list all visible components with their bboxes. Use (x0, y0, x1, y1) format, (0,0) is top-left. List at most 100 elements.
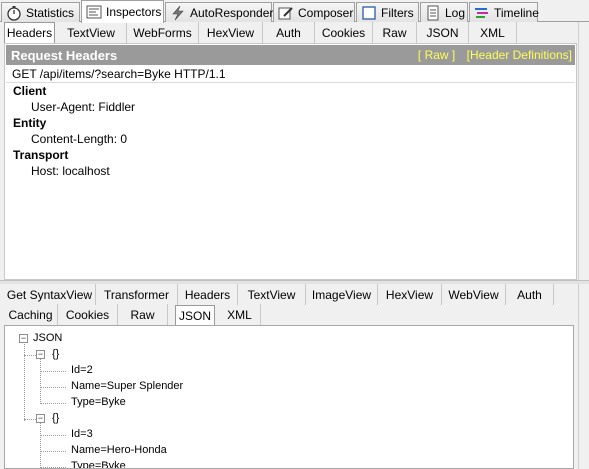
tab-label: TextView (247, 287, 296, 302)
tab-timeline[interactable]: Timeline (469, 2, 539, 22)
tree-connector (40, 371, 66, 372)
tab-label: Cookies (321, 25, 366, 40)
tab-label: Statistics (26, 5, 75, 20)
lightning-icon (170, 5, 186, 21)
tab-label: Headers (6, 26, 53, 40)
req-tab-raw[interactable]: Raw (373, 22, 417, 43)
tab-label: Log (445, 5, 466, 20)
req-tab-headers[interactable]: Headers (4, 22, 55, 43)
tab-label: Inspectors (106, 5, 162, 19)
resp-tab-caching[interactable]: Caching (4, 304, 58, 325)
resp-tab-textview[interactable]: TextView (238, 284, 306, 305)
log-icon (425, 5, 441, 21)
tab-label: Get SyntaxView (6, 287, 93, 302)
json-field[interactable]: Name=Super Splender (71, 380, 183, 392)
req-tab-xml[interactable]: XML (469, 22, 517, 43)
response-tab-strip-row2: Caching Cookies Raw JSON XML (4, 304, 577, 325)
response-tab-strip-row1: Get SyntaxView Transformer Headers TextV… (4, 284, 577, 305)
tab-label: JSON (426, 25, 459, 40)
tab-label: Transformer (104, 287, 169, 302)
json-field[interactable]: Type=Byke (71, 460, 126, 468)
tab-label: Composer (298, 5, 354, 20)
tab-label: HexView (206, 25, 255, 40)
resp-tab-webview[interactable]: WebView (442, 284, 506, 305)
panel-title: Request Headers (11, 47, 118, 63)
resp-tab-get-syntaxview[interactable]: Get SyntaxView (4, 284, 96, 305)
tab-label: JSON (178, 308, 211, 323)
req-tab-textview[interactable]: TextView (56, 22, 127, 43)
collapse-toggle[interactable]: − (36, 350, 45, 359)
tab-autoresponder[interactable]: AutoResponder (165, 2, 274, 22)
json-field[interactable]: Id=2 (71, 364, 93, 376)
tab-inspectors[interactable]: Inspectors (81, 0, 164, 23)
resp-tab-hexview[interactable]: HexView (378, 284, 442, 305)
tab-label: ImageView (311, 287, 372, 302)
json-field[interactable]: Type=Byke (71, 396, 126, 408)
tab-label: WebView (448, 287, 499, 302)
json-object-node[interactable]: {} (52, 412, 59, 424)
raw-link[interactable]: [ Raw ] (418, 48, 455, 62)
tree-connector (24, 419, 36, 420)
tree-connector (40, 435, 66, 436)
resp-tab-json[interactable]: JSON (175, 305, 215, 325)
collapse-toggle[interactable]: − (19, 334, 28, 343)
tab-log[interactable]: Log (420, 2, 468, 22)
resp-tab-raw[interactable]: Raw (118, 304, 168, 325)
header-entry[interactable]: Content-Length: 0 (31, 132, 127, 146)
checkbox-icon (361, 5, 377, 21)
request-headers-panel: Request Headers [ Raw ] [Header Definiti… (4, 43, 577, 280)
req-tab-webforms[interactable]: WebForms (127, 22, 199, 43)
header-group-client[interactable]: Client (13, 84, 46, 98)
req-tab-json[interactable]: JSON (417, 22, 469, 43)
collapse-toggle[interactable]: − (36, 414, 45, 423)
tab-label: Auth (517, 287, 542, 302)
resp-tab-auth[interactable]: Auth (506, 284, 554, 305)
json-field[interactable]: Name=Hero-Honda (71, 444, 167, 456)
tab-label: XML (480, 25, 505, 40)
request-line: GET /api/items/?search=Byke HTTP/1.1 (6, 66, 575, 83)
request-tab-strip: Headers TextView WebForms HexView Auth C… (4, 22, 577, 43)
header-definitions-link[interactable]: [Header Definitions] (467, 48, 572, 62)
tab-label: TextView (67, 25, 115, 40)
json-field[interactable]: Id=3 (71, 428, 93, 440)
resp-tab-headers[interactable]: Headers (178, 284, 238, 305)
tree-connector (40, 467, 66, 468)
tab-filters[interactable]: Filters (356, 2, 419, 22)
tab-label: Auth (276, 25, 301, 40)
tab-label: AutoResponder (190, 5, 274, 20)
header-group-transport[interactable]: Transport (13, 148, 68, 162)
tab-label: Raw (130, 307, 155, 322)
tab-label: WebForms (133, 25, 192, 40)
tree-connector (40, 359, 41, 402)
tab-label: Cookies (65, 307, 110, 322)
header-group-entity[interactable]: Entity (13, 116, 46, 130)
request-headers-bar: Request Headers [ Raw ] [Header Definiti… (6, 45, 575, 65)
tree-connector (24, 355, 36, 356)
tab-label: HexView (385, 287, 434, 302)
json-object-node[interactable]: {} (52, 348, 59, 360)
tab-statistics[interactable]: Statistics (1, 2, 80, 22)
stopwatch-icon (6, 5, 22, 21)
header-links: [ Raw ] [Header Definitions] (410, 48, 572, 62)
req-tab-cookies[interactable]: Cookies (315, 22, 373, 43)
tab-composer[interactable]: Composer (273, 2, 355, 22)
main-tab-strip: Statistics Inspectors AutoResponder Comp… (0, 0, 589, 23)
tree-connector (40, 403, 66, 404)
req-tab-hexview[interactable]: HexView (199, 22, 263, 43)
request-line-text: GET /api/items/?search=Byke HTTP/1.1 (12, 67, 226, 81)
header-entry[interactable]: User-Agent: Fiddler (31, 100, 135, 114)
tree-connector (40, 451, 66, 452)
timeline-icon (474, 5, 490, 21)
resp-tab-transformer[interactable]: Transformer (96, 284, 178, 305)
tab-label: XML (227, 307, 252, 322)
json-tree-view: − JSON − {} Id=2 Name=Super Splender Typ… (4, 325, 574, 469)
tree-connector (40, 387, 66, 388)
resp-tab-cookies[interactable]: Cookies (58, 304, 118, 325)
header-entry[interactable]: Host: localhost (31, 164, 110, 178)
tab-label: Headers (184, 287, 231, 302)
tab-label: Raw (382, 25, 407, 40)
json-root-node[interactable]: JSON (33, 332, 62, 344)
resp-tab-xml[interactable]: XML (219, 304, 261, 325)
req-tab-auth[interactable]: Auth (263, 22, 315, 43)
resp-tab-imageview[interactable]: ImageView (306, 284, 378, 305)
